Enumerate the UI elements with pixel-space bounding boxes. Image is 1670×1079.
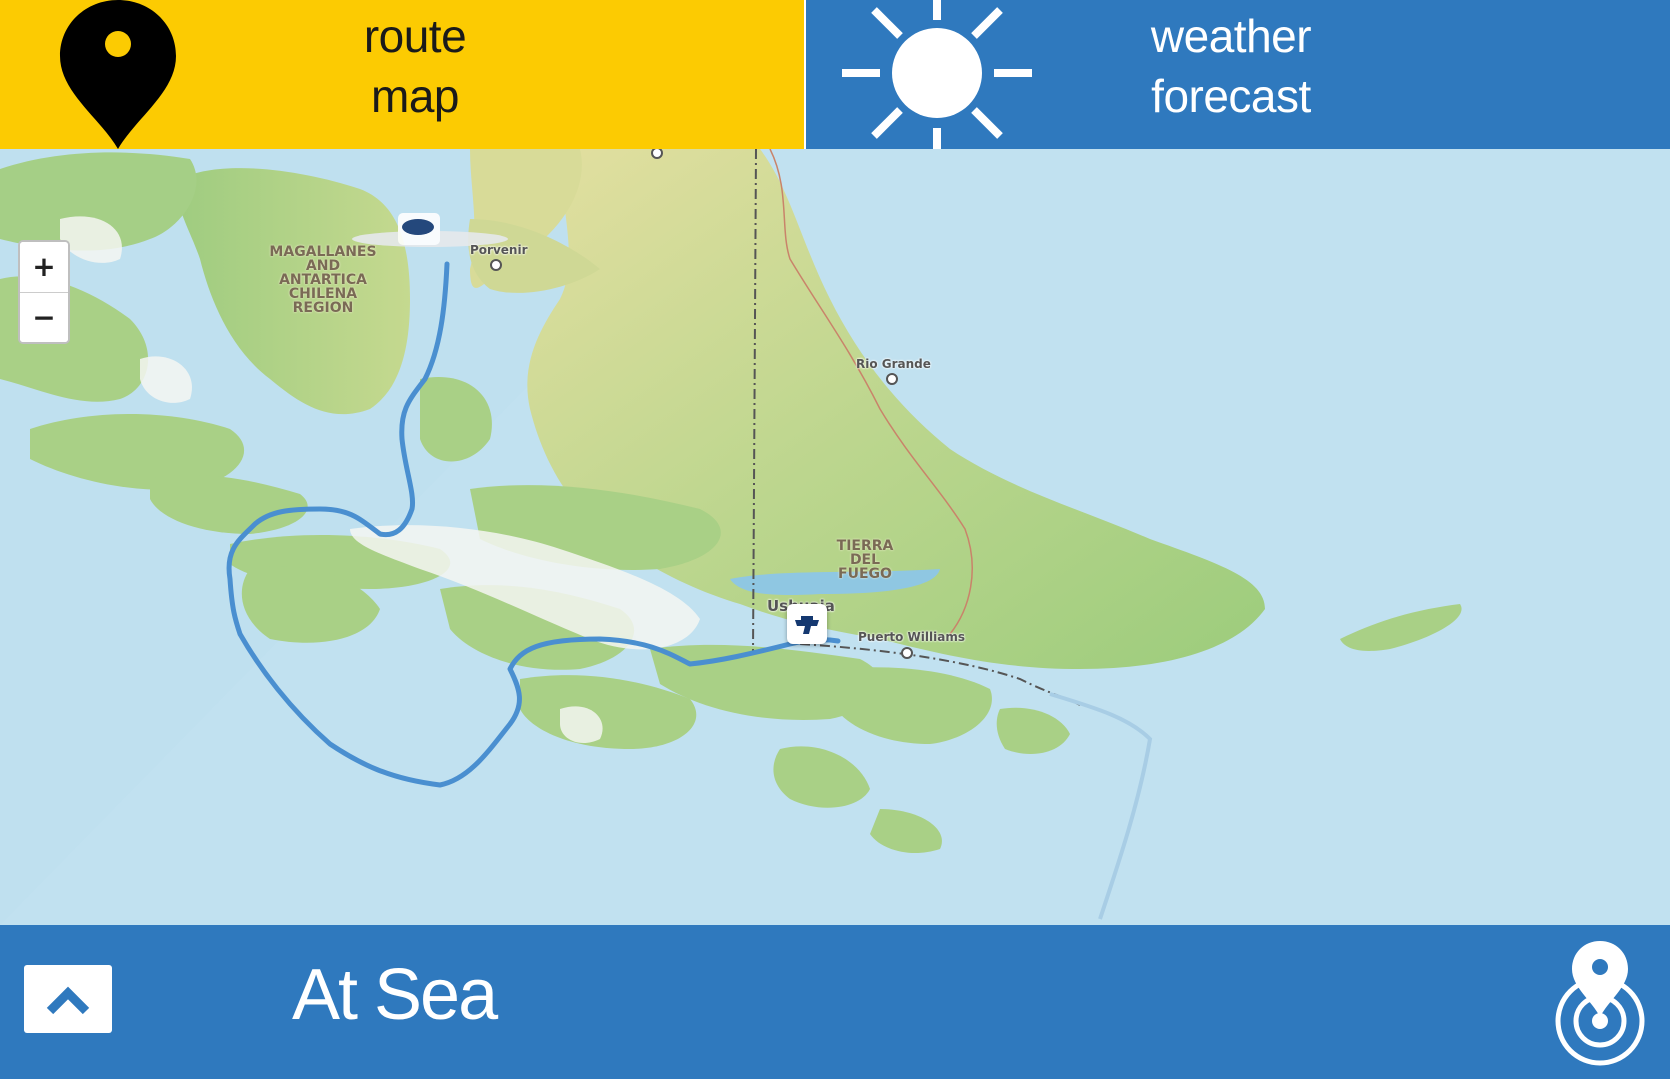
sun-icon: [842, 0, 1032, 149]
map-pin-icon: [60, 0, 176, 149]
town-rio-grande: Rio Grande: [856, 357, 931, 371]
town-puerto-williams: Puerto Williams: [858, 630, 965, 644]
status-bar: At Sea: [0, 925, 1670, 1079]
tab-weather-label: weather forecast: [1150, 10, 1312, 122]
top-tabs: route map weather forecast: [0, 0, 1670, 149]
tab-route-label: route map: [363, 10, 467, 122]
route-map[interactable]: + − MAGALLANES AND ANTARTICA CHILENA REG…: [0, 149, 1670, 925]
region-label-magallanes: MAGALLANES AND ANTARTICA CHILENA REGION: [269, 244, 377, 316]
tab-weather-forecast[interactable]: weather forecast: [804, 0, 1670, 149]
expand-button[interactable]: [24, 965, 112, 1033]
ship-icon: [795, 616, 819, 634]
town-porvenir: Porvenir: [470, 243, 528, 257]
locate-button[interactable]: [1550, 939, 1650, 1067]
zoom-control: + −: [18, 240, 70, 344]
locate-pin-icon: [1555, 941, 1645, 1066]
region-label-tierra-del-fuego: TIERRA DEL FUEGO: [836, 538, 894, 582]
zoom-in-button[interactable]: +: [20, 242, 68, 292]
status-text: At Sea: [292, 955, 498, 1035]
map-basemap: [0, 149, 1670, 925]
zoom-out-button[interactable]: −: [20, 292, 68, 342]
tab-route-map[interactable]: route map: [0, 0, 804, 149]
ship-position-marker[interactable]: [787, 604, 827, 644]
chevron-up-icon: [46, 986, 90, 1015]
